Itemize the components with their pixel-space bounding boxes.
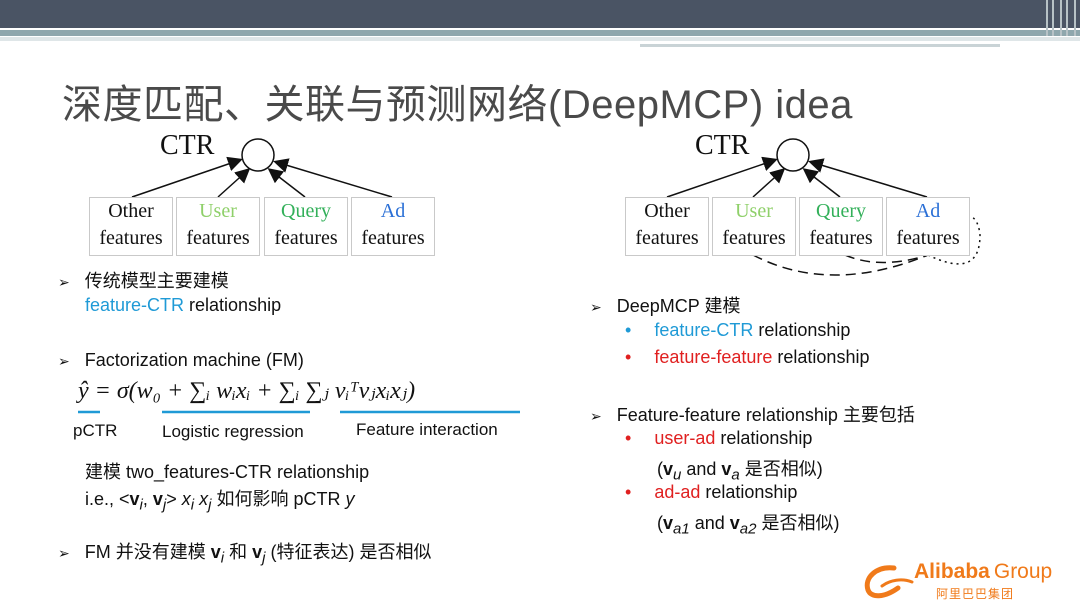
arrow-bullet-icon: ➢: [58, 274, 70, 290]
box-other-features-left: Other features: [89, 197, 173, 256]
label-logistic-regression: Logistic regression: [162, 422, 304, 441]
alibaba-logo: Alibaba Group 阿里巴巴集团: [862, 560, 1074, 604]
right-item-ad-ad: • ad-ad relationship: [625, 482, 798, 502]
box-other-features-right: Other features: [625, 197, 709, 256]
box-user-features-left: User features: [176, 197, 260, 256]
alibaba-swoosh-icon: [864, 565, 914, 599]
right-item-ad-ad-sub: (va1 and va2 是否相似): [657, 513, 840, 538]
label-pctr: pCTR: [73, 421, 118, 440]
header-stripe: [0, 30, 1080, 36]
header-stripe-light: [0, 37, 1080, 41]
arrow-bullet-icon: ➢: [58, 353, 70, 369]
left-bullet-1-sub: feature-CTR relationship: [85, 295, 282, 315]
header-stripe-short: [640, 44, 1000, 47]
formula-underlines: [78, 410, 520, 414]
box-query-features-left: Query features: [264, 197, 348, 256]
ctr-label-right: CTR: [695, 130, 750, 161]
left-bullet-3: ➢ FM 并没有建模 vi 和 vj (特征表达) 是否相似: [58, 542, 432, 567]
left-bullet-2-sub1: 建模 two_features-CTR relationship: [85, 462, 370, 482]
label-feature-interaction: Feature interaction: [356, 420, 498, 439]
arrow-bullet-icon: ➢: [590, 408, 602, 424]
header-vertical-bars: [1040, 0, 1080, 36]
right-bullet-2: ➢ Feature-feature relationship 主要包括: [590, 405, 915, 425]
box-ad-features-right: Ad features: [886, 197, 970, 256]
box-user-features-right: User features: [712, 197, 796, 256]
left-bullet-2: ➢ Factorization machine (FM): [58, 350, 304, 370]
right-item-user-ad-sub: (vu and va 是否相似): [657, 459, 823, 484]
right-bullet-1: ➢ DeepMCP 建模: [590, 296, 741, 316]
left-bullet-1: ➢ 传统模型主要建模: [58, 271, 229, 291]
header-bar: [0, 0, 1080, 28]
right-item-feature-ctr: • feature-CTR relationship: [625, 320, 851, 340]
arrow-bullet-icon: ➢: [590, 299, 602, 315]
fm-formula: ŷ = σ(w₀ + ∑ᵢ wᵢxᵢ + ∑ᵢ ∑ⱼ vᵢᵀvⱼxᵢxⱼ): [78, 378, 416, 404]
right-item-user-ad: • user-ad relationship: [625, 428, 813, 448]
ctr-label-left: CTR: [160, 130, 215, 161]
box-ad-features-left: Ad features: [351, 197, 435, 256]
box-query-features-right: Query features: [799, 197, 883, 256]
right-item-feature-feature: • feature-feature relationship: [625, 347, 870, 367]
left-bullet-2-sub2: i.e., <vi, vj> xi xj 如何影响 pCTR y: [85, 489, 355, 514]
arrow-bullet-icon: ➢: [58, 545, 70, 561]
